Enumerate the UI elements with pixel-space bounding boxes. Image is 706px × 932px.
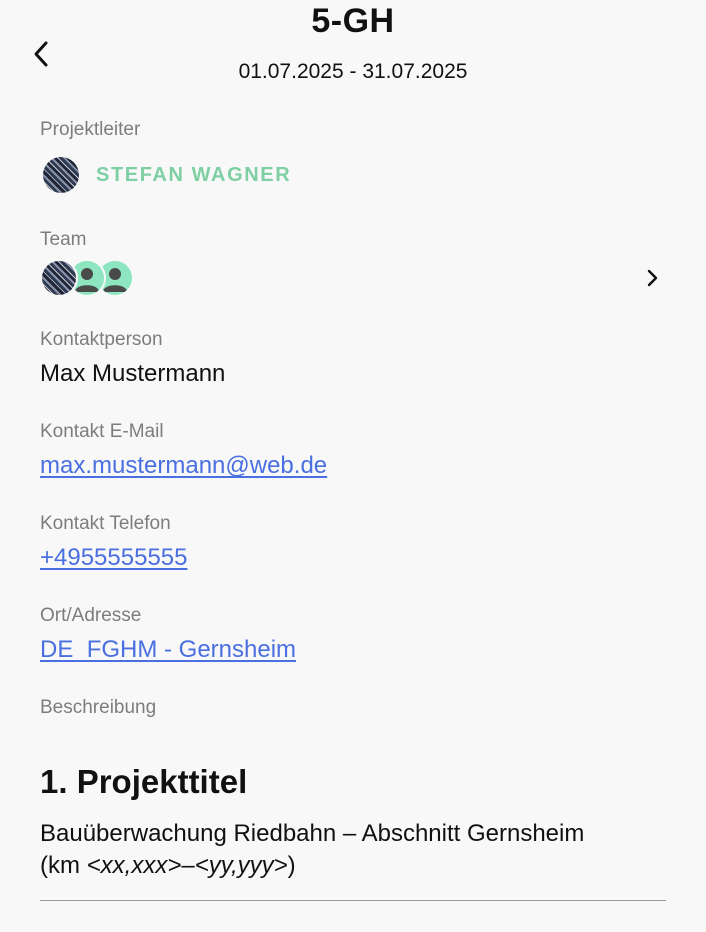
chevron-right-icon	[647, 269, 658, 287]
team-label: Team	[40, 229, 87, 250]
description-km-to: <yy,yyy>	[194, 852, 288, 879]
contact-person-section: Kontaktperson Max Mustermann	[40, 328, 666, 390]
contact-phone-link[interactable]: +4955555555	[40, 544, 188, 571]
description-label: Beschreibung	[40, 697, 157, 718]
description-section: Beschreibung 1. Projekttitel Bauüberwach…	[40, 696, 666, 901]
location-label: Ort/Adresse	[40, 605, 142, 626]
project-leader-label: Projektleiter	[40, 119, 141, 140]
description-text-main: Bauüberwachung Riedbahn – Abschnitt Gern…	[40, 820, 585, 847]
description-heading: 1. Projekttitel	[40, 763, 248, 800]
contact-phone-label: Kontakt Telefon	[40, 513, 171, 534]
team-row[interactable]	[40, 258, 666, 298]
contact-email-section: Kontakt E-Mail max.mustermann@web.de	[40, 420, 666, 482]
description-text-dash: –	[181, 852, 195, 879]
avatar	[43, 157, 79, 193]
contact-email-label: Kontakt E-Mail	[40, 421, 164, 442]
avatar	[40, 259, 78, 297]
description-km-from: <xx,xxx>	[86, 852, 182, 879]
page-title: 5-GH	[311, 2, 395, 40]
divider	[40, 900, 666, 901]
location-section: Ort/Adresse DE_FGHM - Gernsheim	[40, 604, 666, 666]
contact-person-label: Kontaktperson	[40, 329, 163, 350]
team-section: Team	[40, 228, 666, 298]
contact-phone-section: Kontakt Telefon +4955555555	[40, 512, 666, 574]
header: 5-GH 01.07.2025 - 31.07.2025	[0, 0, 706, 100]
team-chevron-button[interactable]	[640, 266, 664, 290]
project-details: Projektleiter STEFAN WAGNER Team Kontakt…	[40, 118, 666, 901]
description-text-prefix: (km	[40, 852, 87, 879]
project-leader-name[interactable]: STEFAN WAGNER	[96, 164, 291, 187]
contact-person-value: Max Mustermann	[40, 360, 226, 387]
project-leader-row[interactable]: STEFAN WAGNER	[40, 156, 666, 194]
date-range: 01.07.2025 - 31.07.2025	[238, 60, 468, 83]
project-leader-section: Projektleiter STEFAN WAGNER	[40, 118, 666, 194]
location-link[interactable]: DE_FGHM - Gernsheim	[40, 636, 296, 663]
description-text: Bauüberwachung Riedbahn – Abschnitt Gern…	[40, 818, 666, 882]
description-text-suffix: )	[287, 852, 296, 879]
contact-email-link[interactable]: max.mustermann@web.de	[40, 452, 327, 479]
